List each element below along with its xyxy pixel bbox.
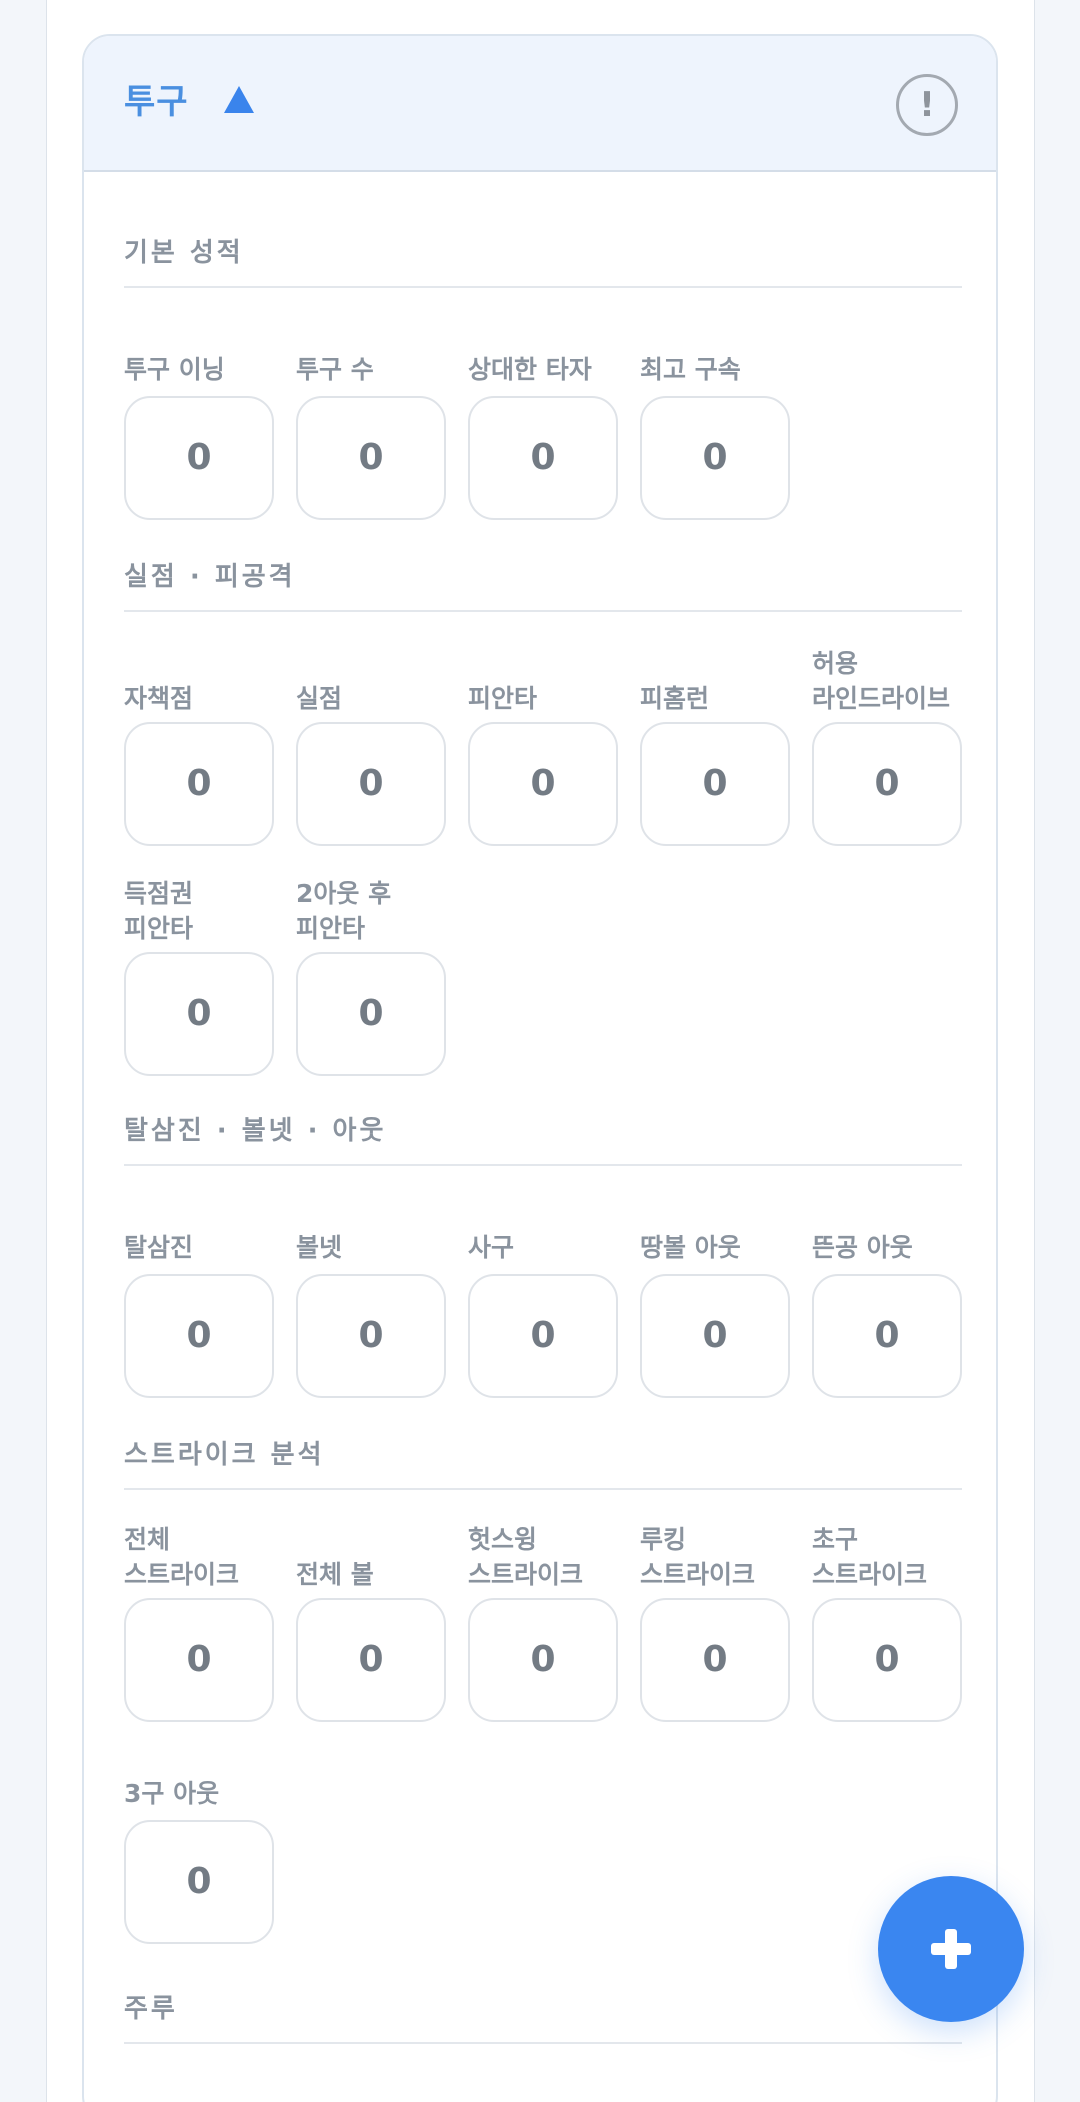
field-label: 사구 — [468, 1233, 515, 1262]
triangle-up-icon[interactable] — [224, 86, 254, 113]
field-label: 전체 스트라이크 — [124, 1525, 240, 1589]
field-total-balls: 전체 볼 0 — [296, 1512, 446, 1722]
field-runs: 실점 0 — [296, 636, 446, 846]
field-swinging-strikes: 헛스윙 스트라이크 0 — [468, 1512, 618, 1722]
section-title-strike-analysis: 스트라이크 분석 — [124, 1440, 325, 1470]
value-input[interactable]: 0 — [296, 722, 446, 846]
value-input[interactable]: 0 — [640, 1598, 790, 1722]
field-hits-allowed: 피안타 0 — [468, 636, 618, 846]
value-input[interactable]: 0 — [124, 396, 274, 520]
value-input[interactable]: 0 — [124, 1820, 274, 1944]
field-label: 땅볼 아웃 — [640, 1233, 741, 1262]
add-button[interactable] — [878, 1876, 1024, 2022]
field-label: 뜬공 아웃 — [812, 1233, 913, 1262]
field-first-pitch-strikes: 초구 스트라이크 0 — [812, 1512, 962, 1722]
value-input[interactable]: 0 — [296, 952, 446, 1076]
field-label: 피홈런 — [640, 684, 710, 713]
field-label: 최고 구속 — [640, 355, 741, 384]
value-input[interactable]: 0 — [296, 1274, 446, 1398]
field-line-drives-allowed: 허용 라인드라이브 0 — [812, 636, 962, 846]
section-title-runs-allowed: 실점 · 피공격 — [124, 562, 296, 592]
field-risp-hits-allowed: 득점권 피안타 0 — [124, 866, 274, 1076]
field-label: 2아웃 후 피안타 — [296, 879, 392, 943]
value-input[interactable]: 0 — [468, 1274, 618, 1398]
value-input[interactable]: 0 — [468, 396, 618, 520]
value-input[interactable]: 0 — [124, 1274, 274, 1398]
field-label: 볼넷 — [296, 1233, 343, 1262]
field-label: 초구 스트라이크 — [812, 1525, 928, 1589]
exclamation-circle-icon[interactable]: ! — [896, 74, 958, 136]
plus-icon — [945, 1929, 957, 1969]
value-input[interactable]: 0 — [468, 722, 618, 846]
value-input[interactable]: 0 — [124, 952, 274, 1076]
field-total-strikes: 전체 스트라이크 0 — [124, 1512, 274, 1722]
field-label: 전체 볼 — [296, 1560, 374, 1589]
section-divider — [124, 1488, 962, 1490]
value-input[interactable]: 0 — [124, 1598, 274, 1722]
section-divider — [124, 610, 962, 612]
section-title-baserunning: 주루 — [124, 1994, 178, 2024]
section-divider — [124, 286, 962, 288]
field-label: 상대한 타자 — [468, 355, 592, 384]
field-label: 투구 수 — [296, 355, 374, 384]
value-input[interactable]: 0 — [812, 1274, 962, 1398]
section-title-basic: 기본 성적 — [124, 238, 244, 268]
section-divider — [124, 2042, 962, 2044]
field-label: 피안타 — [468, 684, 538, 713]
field-home-runs-allowed: 피홈런 0 — [640, 636, 790, 846]
value-input[interactable]: 0 — [812, 1598, 962, 1722]
value-input[interactable]: 0 — [296, 1598, 446, 1722]
field-label: 헛스윙 스트라이크 — [468, 1525, 584, 1589]
value-input[interactable]: 0 — [640, 1274, 790, 1398]
value-input[interactable]: 0 — [812, 722, 962, 846]
card-header[interactable]: 투구 ! — [84, 36, 996, 172]
field-label: 루킹 스트라이크 — [640, 1525, 756, 1589]
field-label: 허용 라인드라이브 — [812, 649, 951, 713]
section-divider — [124, 1164, 962, 1166]
value-input[interactable]: 0 — [296, 396, 446, 520]
field-label: 탈삼진 — [124, 1233, 194, 1262]
card-title: 투구 — [124, 82, 189, 122]
field-label: 실점 — [296, 684, 343, 713]
value-input[interactable]: 0 — [124, 722, 274, 846]
value-input[interactable]: 0 — [640, 722, 790, 846]
value-input[interactable]: 0 — [640, 396, 790, 520]
field-looking-strikes: 루킹 스트라이크 0 — [640, 1512, 790, 1722]
field-label: 자책점 — [124, 684, 194, 713]
field-label: 득점권 피안타 — [124, 879, 194, 943]
section-title-strikeouts-walks-outs: 탈삼진 · 볼넷 · 아웃 — [124, 1116, 387, 1146]
field-two-out-hits-allowed: 2아웃 후 피안타 0 — [296, 866, 446, 1076]
value-input[interactable]: 0 — [468, 1598, 618, 1722]
field-earned-runs: 자책점 0 — [124, 636, 274, 846]
pitching-card: 투구 ! 기본 성적 투구 이닝 0 투구 수 0 상대한 타자 0 최고 구속… — [82, 34, 998, 2102]
field-label: 투구 이닝 — [124, 355, 225, 384]
field-label: 3구 아웃 — [124, 1779, 220, 1808]
